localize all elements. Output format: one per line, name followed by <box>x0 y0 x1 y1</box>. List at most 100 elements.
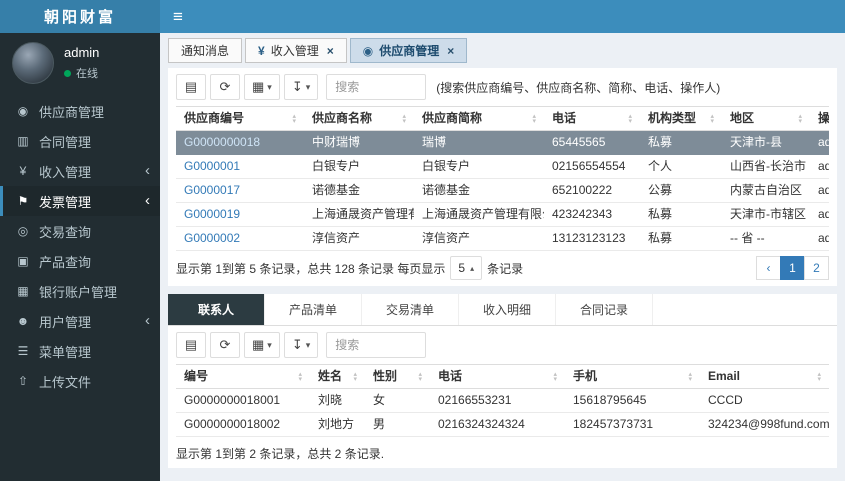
sidebar-item-invoice-mgmt[interactable]: ⚑ 发票管理 ‹ <box>0 186 160 216</box>
tab-notifications[interactable]: 通知消息 <box>168 38 243 63</box>
page-size-dropdown[interactable]: 5 ▴ <box>450 256 483 280</box>
refresh-icon: ⟳ <box>219 337 231 352</box>
sidebar-item-income-mgmt[interactable]: ¥ 收入管理 ‹ <box>0 156 160 186</box>
col-region[interactable]: 地区 <box>722 106 810 131</box>
sidebar-item-label: 用户管理 <box>39 314 92 330</box>
table-row[interactable]: G0000017 诺德基金 诺德基金 652100222 公募 内蒙古自治区 a… <box>176 178 829 203</box>
cell-name: 中财瑞博 <box>304 130 414 155</box>
col-gender[interactable]: 性别 <box>365 364 430 389</box>
table-row[interactable]: G0000019 上海通晟资产管理有限公司 上海通晟资产管理有限公司 42324… <box>176 202 829 227</box>
col-phone[interactable]: 电话 <box>430 364 565 389</box>
table-row[interactable]: G0000000018001 刘晓 女 02166553231 15618795… <box>176 388 829 413</box>
sidebar-item-bank-account-mgmt[interactable]: ▦ 银行账户管理 <box>0 276 160 306</box>
sort-icon[interactable] <box>292 114 296 124</box>
col-phone[interactable]: 电话 <box>544 106 640 131</box>
search-input[interactable] <box>326 332 427 358</box>
record-summary: 显示第 1到第 5 条记录，总共 128 条记录 每页显示 <box>176 261 446 276</box>
sort-icon[interactable] <box>628 114 632 124</box>
sidebar-item-menu-mgmt[interactable]: ☰ 菜单管理 <box>0 336 160 366</box>
cell-abbr: 诺德基金 <box>414 178 544 203</box>
refresh-button[interactable]: ⟳ <box>210 332 240 358</box>
page-1-button[interactable]: 1 <box>780 256 805 280</box>
caret-down-icon: ▾ <box>305 81 311 92</box>
tab-income-mgmt[interactable]: ¥ 收入管理 × <box>245 38 347 63</box>
sidebar-item-upload-file[interactable]: ⇧ 上传文件 <box>0 366 160 396</box>
columns-button[interactable]: ▦ ▾ <box>244 74 280 100</box>
col-supplier-name[interactable]: 供应商名称 <box>304 106 414 131</box>
close-icon[interactable]: × <box>327 44 334 58</box>
brand-logo[interactable]: 朝阳财富 <box>0 0 160 33</box>
sidebar-item-supplier-mgmt[interactable]: ◉ 供应商管理 <box>0 96 160 126</box>
table-row[interactable]: G0000001 白银专户 白银专户 02156554554 个人 山西省-长治… <box>176 154 829 179</box>
sidebar-item-user-mgmt[interactable]: ☻ 用户管理 ‹ <box>0 306 160 336</box>
sort-icon[interactable] <box>418 372 422 382</box>
export-icon: ↧ <box>291 337 303 352</box>
tab-contacts[interactable]: 联系人 <box>168 294 265 325</box>
supplier-id-link[interactable]: G0000002 <box>184 231 240 245</box>
circle-icon: ◉ <box>17 104 29 118</box>
sidebar-item-contract-mgmt[interactable]: ▥ 合同管理 <box>0 126 160 156</box>
topbar: ≡ <box>160 0 845 33</box>
yen-icon: ¥ <box>19 164 27 178</box>
grid-icon: ▦ <box>17 284 29 298</box>
cell-phone: 65445565 <box>544 130 640 155</box>
col-mobile[interactable]: 手机 <box>565 364 700 389</box>
contact-table: 编号 姓名 性别 电话 手机 Email G000000 <box>176 364 829 437</box>
hamburger-menu-icon[interactable]: ≡ <box>173 7 183 27</box>
col-operator[interactable]: 操作人 <box>810 106 829 131</box>
supplier-id-link[interactable]: G0000019 <box>184 207 240 221</box>
sort-icon[interactable] <box>688 372 692 382</box>
sort-icon[interactable] <box>353 372 357 382</box>
menu-lines-icon: ☰ <box>17 344 29 358</box>
cell-region: 天津市-县 <box>722 130 810 155</box>
toggle-view-button[interactable]: ▤ <box>176 332 206 358</box>
supplier-table-wrap: 供应商编号 供应商名称 供应商简称 电话 机构类型 地区 操作人 <box>176 106 829 251</box>
page-2-button[interactable]: 2 <box>804 256 829 280</box>
col-supplier-abbr[interactable]: 供应商简称 <box>414 106 544 131</box>
col-email[interactable]: Email <box>700 364 829 389</box>
columns-button[interactable]: ▦ ▾ <box>244 332 280 358</box>
table-row[interactable]: G0000000018002 刘地方 男 0216324324324 18245… <box>176 412 829 437</box>
sort-icon[interactable] <box>553 372 557 382</box>
refresh-button[interactable]: ⟳ <box>210 74 240 100</box>
tab-contract-records[interactable]: 合同记录 <box>556 294 653 325</box>
col-org-type[interactable]: 机构类型 <box>640 106 722 131</box>
toggle-view-button[interactable]: ▤ <box>176 74 206 100</box>
sort-icon[interactable] <box>402 114 406 124</box>
page-prev-button[interactable]: ‹ <box>756 256 781 280</box>
supplier-id-link[interactable]: G0000000018 <box>184 135 260 149</box>
export-button[interactable]: ↧ ▾ <box>283 74 319 100</box>
col-contact-id[interactable]: 编号 <box>176 364 310 389</box>
tab-supplier-mgmt[interactable]: ◉ 供应商管理 × <box>349 38 468 63</box>
sort-icon[interactable] <box>532 114 536 124</box>
sidebar-item-trade-query[interactable]: ◎ 交易查询 <box>0 216 160 246</box>
sidebar-item-label: 交易查询 <box>39 224 92 240</box>
search-input[interactable] <box>326 74 427 100</box>
supplier-id-link[interactable]: G0000001 <box>184 159 240 173</box>
col-supplier-id[interactable]: 供应商编号 <box>176 106 304 131</box>
user-status-label: 在线 <box>76 68 98 80</box>
sidebar-item-product-query[interactable]: ▣ 产品查询 <box>0 246 160 276</box>
close-icon[interactable]: × <box>447 44 454 58</box>
chevron-left-icon: ‹ <box>145 162 150 179</box>
sort-icon[interactable] <box>710 114 714 124</box>
list-icon: ▤ <box>184 337 198 352</box>
table-row[interactable]: G0000002 淳信资产 淳信资产 13123123123 私募 -- 省 -… <box>176 226 829 251</box>
supplier-id-link[interactable]: G0000017 <box>184 183 240 197</box>
tab-product-list[interactable]: 产品清单 <box>265 294 362 325</box>
table-row[interactable]: G0000000018 中财瑞博 瑞博 65445565 私募 天津市-县 ad… <box>176 130 829 155</box>
col-contact-name[interactable]: 姓名 <box>310 364 365 389</box>
sort-icon[interactable] <box>298 372 302 382</box>
tab-label: 收入管理 <box>270 44 319 58</box>
cell-type: 私募 <box>640 130 722 155</box>
export-button[interactable]: ↧ ▾ <box>283 332 319 358</box>
tab-label: 通知消息 <box>181 44 230 58</box>
tab-income-detail[interactable]: 收入明细 <box>459 294 556 325</box>
col-label: 电话 <box>552 111 577 125</box>
sort-icon[interactable] <box>817 372 821 382</box>
circle-icon: ◉ <box>362 43 374 58</box>
sort-icon[interactable] <box>798 114 802 124</box>
tab-trade-list[interactable]: 交易清单 <box>362 294 459 325</box>
cell-phone: 02156554554 <box>544 154 640 179</box>
cell-name: 上海通晟资产管理有限公司 <box>304 202 414 227</box>
